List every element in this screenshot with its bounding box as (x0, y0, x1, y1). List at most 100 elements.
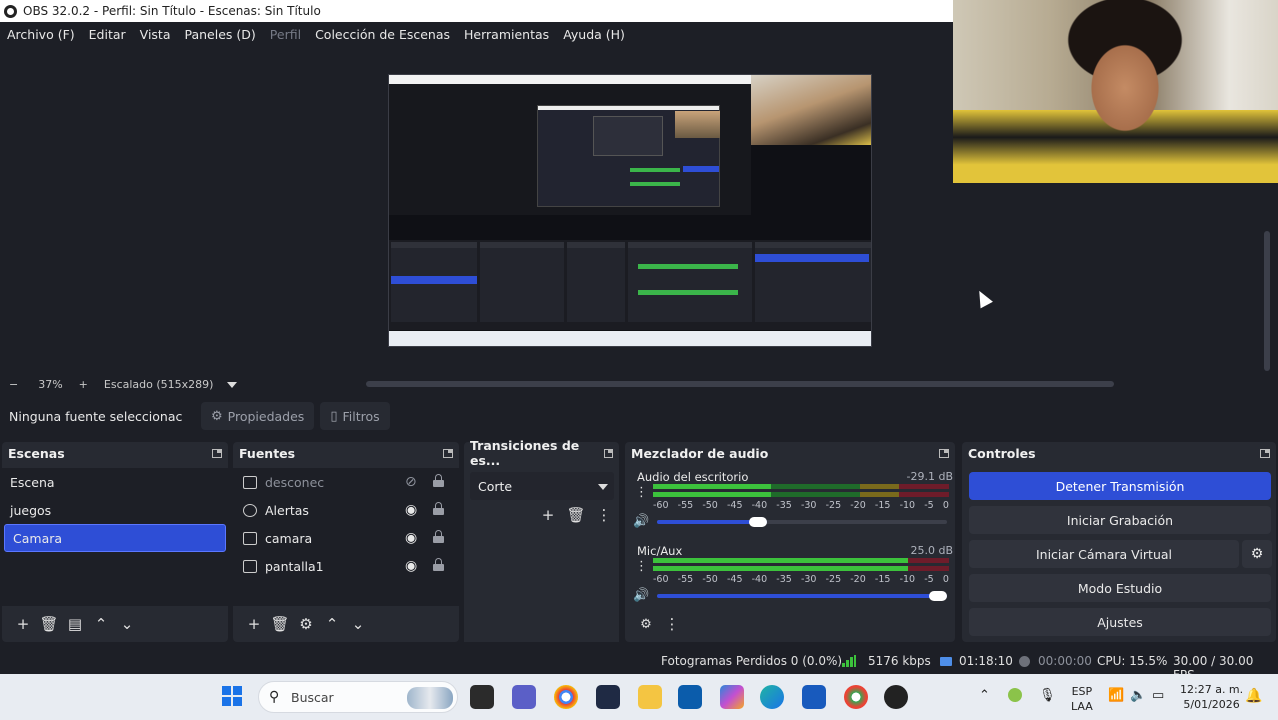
source-properties-button[interactable]: ⚙ (293, 615, 319, 633)
obs-running-icon[interactable] (884, 685, 908, 709)
taskbar-search-box[interactable]: ⚲ Buscar (258, 681, 458, 713)
remove-source-button[interactable]: 🗑 (267, 615, 293, 633)
transition-menu-button[interactable]: ⋮ (592, 506, 616, 524)
start-recording-button[interactable]: Iniciar Grabación (969, 506, 1271, 534)
source-item[interactable]: camara ◉ (233, 524, 459, 552)
preview-canvas[interactable] (388, 74, 872, 347)
language-indicator[interactable]: ESP LAA (1071, 684, 1093, 714)
channel-menu-button[interactable]: ⋮ (635, 560, 648, 573)
stop-streaming-button[interactable]: Detener Transmisión (969, 472, 1271, 500)
meter-tick-label: -45 (726, 500, 743, 511)
source-item[interactable]: Alertas ◉ (233, 496, 459, 524)
scene-filters-button[interactable]: ▤ (62, 615, 88, 633)
meet-app-icon[interactable] (512, 685, 536, 709)
speaker-icon[interactable]: 🔊 (633, 588, 649, 603)
dock-float-icon[interactable] (212, 448, 222, 458)
lock-icon[interactable] (433, 530, 444, 543)
lock-icon[interactable] (433, 474, 444, 487)
scene-item-escena[interactable]: Escena (2, 468, 228, 496)
volume-slider[interactable] (657, 517, 947, 527)
settings-button[interactable]: Ajustes (969, 608, 1271, 636)
eye-icon[interactable]: ◉ (405, 530, 417, 546)
move-scene-down-button[interactable]: ⌄ (114, 615, 140, 633)
transition-select[interactable]: Corte (470, 472, 614, 500)
filter-icon: ▯ (330, 408, 338, 424)
chrome-profile-icon[interactable] (844, 685, 868, 709)
dock-float-icon[interactable] (1260, 448, 1270, 458)
start-virtual-camera-button[interactable]: Iniciar Cámara Virtual (969, 540, 1239, 568)
eye-icon[interactable]: ◉ (405, 558, 417, 574)
preview-horizontal-scrollbar[interactable] (366, 381, 1114, 387)
lock-icon[interactable] (433, 502, 444, 515)
dropped-frames: Fotogramas Perdidos 0 (0.0%) (661, 654, 843, 668)
volume-slider-fill (657, 594, 947, 598)
menu-paneles[interactable]: Paneles (D) (185, 27, 256, 42)
menu-ayuda[interactable]: Ayuda (H) (563, 27, 625, 42)
dock-float-icon[interactable] (603, 448, 614, 458)
taskbar-clock[interactable]: 12:27 a. m. 5/01/2026 (1180, 682, 1243, 712)
mixer-menu-button[interactable]: ⋮ (659, 615, 685, 633)
copilot-icon[interactable] (720, 685, 744, 709)
filters-button[interactable]: ▯ Filtros (320, 402, 390, 430)
virtual-camera-settings-button[interactable]: ⚙ (1242, 540, 1272, 568)
add-source-button[interactable]: + (241, 615, 267, 633)
advanced-audio-settings-icon[interactable]: ⚙ (633, 617, 659, 632)
remove-transition-button[interactable]: 🗑 (564, 506, 588, 524)
word-icon[interactable] (802, 685, 826, 709)
scenes-dock-header: Escenas (2, 442, 228, 464)
preview-zoom-bar: − 37% + Escalado (515x289) (0, 376, 1278, 393)
properties-button[interactable]: ⚙ Propiedades (201, 402, 315, 430)
studio-mode-button[interactable]: Modo Estudio (969, 574, 1271, 602)
add-scene-button[interactable]: + (10, 615, 36, 633)
scene-item-juegos[interactable]: juegos (2, 496, 228, 524)
zoom-out-button[interactable]: − (9, 378, 18, 391)
battery-icon[interactable]: ▭ (1152, 688, 1164, 703)
store-icon[interactable] (678, 685, 702, 709)
speaker-icon[interactable]: 🔊 (633, 514, 649, 529)
wifi-icon[interactable]: 📶 (1108, 688, 1124, 703)
menu-coleccion-escenas[interactable]: Colección de Escenas (315, 27, 450, 42)
obs-app-icon[interactable] (596, 685, 620, 709)
windows-start-icon[interactable] (222, 686, 242, 706)
dock-float-icon[interactable] (443, 448, 453, 458)
lock-icon[interactable] (433, 558, 444, 571)
scaling-dropdown-icon[interactable] (227, 381, 238, 388)
eye-hidden-icon[interactable]: ⊘ (405, 474, 417, 490)
transition-toolbar: + 🗑 ⋮ (536, 506, 616, 524)
menu-archivo[interactable]: Archivo (F) (7, 27, 75, 42)
task-view-icon[interactable] (470, 685, 494, 709)
menu-vista[interactable]: Vista (140, 27, 171, 42)
zoom-value: 37% (38, 378, 63, 391)
edge-icon[interactable] (760, 685, 784, 709)
zoom-in-button[interactable]: + (79, 378, 88, 391)
chrome-icon[interactable] (554, 685, 578, 709)
transitions-title: Transiciones de es... (470, 438, 580, 468)
volume-slider[interactable] (657, 591, 947, 601)
menu-editar[interactable]: Editar (89, 27, 126, 42)
preview-vertical-scrollbar[interactable] (1264, 231, 1270, 371)
move-source-up-button[interactable]: ⌃ (319, 615, 345, 633)
level-meter (653, 484, 949, 489)
notification-bell-icon[interactable]: 🔔 (1245, 688, 1262, 704)
remove-scene-button[interactable]: 🗑 (36, 615, 62, 633)
file-explorer-icon[interactable] (638, 685, 662, 709)
source-item[interactable]: pantalla1 ◉ (233, 552, 459, 580)
move-source-down-button[interactable]: ⌄ (345, 615, 371, 633)
tray-overflow-chevron-icon[interactable]: ⌃ (979, 688, 990, 703)
eye-icon[interactable]: ◉ (405, 502, 417, 518)
channel-menu-button[interactable]: ⋮ (635, 486, 648, 499)
meter-tick-label: -15 (874, 500, 891, 511)
volume-icon[interactable]: 🔈 (1130, 688, 1146, 703)
microphone-icon[interactable]: 🎙 (1039, 688, 1056, 703)
move-scene-up-button[interactable]: ⌃ (88, 615, 114, 633)
menu-herramientas[interactable]: Herramientas (464, 27, 549, 42)
add-transition-button[interactable]: + (536, 506, 560, 524)
volume-slider-knob[interactable] (749, 517, 768, 527)
tray-app-icon[interactable] (1008, 688, 1022, 702)
source-name: desconec (265, 474, 325, 490)
volume-slider-knob[interactable] (929, 591, 947, 601)
search-highlight-image (407, 687, 453, 709)
source-item[interactable]: desconec ⊘ (233, 468, 459, 496)
scene-item-camara[interactable]: Camara (4, 524, 226, 552)
dock-float-icon[interactable] (939, 448, 949, 458)
